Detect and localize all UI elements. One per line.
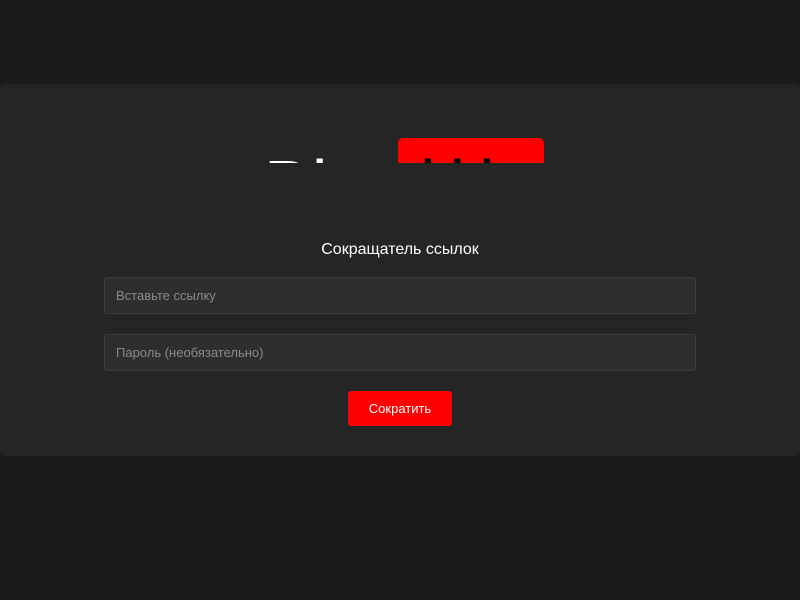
shortener-card: Bh lil Сокращатель ссылок Сократить bbox=[0, 84, 800, 456]
password-input[interactable] bbox=[104, 334, 696, 371]
logo-block-text: lil bbox=[420, 150, 509, 163]
shorten-button[interactable]: Сократить bbox=[348, 391, 452, 426]
logo: Bh lil bbox=[0, 84, 800, 163]
url-input[interactable] bbox=[104, 277, 696, 314]
logo-text: Bh bbox=[264, 150, 352, 163]
page-title: Сокращатель ссылок bbox=[321, 241, 479, 258]
